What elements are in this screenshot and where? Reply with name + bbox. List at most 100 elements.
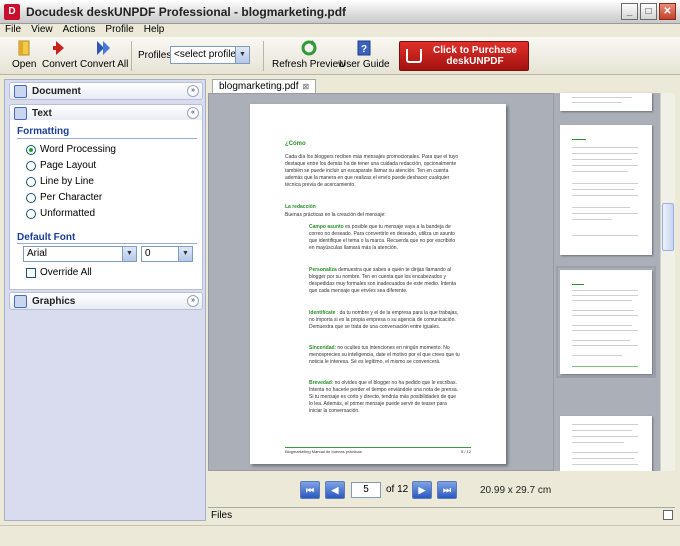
- convert-button[interactable]: Convert: [42, 39, 77, 70]
- open-label: Open: [12, 59, 37, 70]
- override-all-checkbox[interactable]: Override All: [26, 267, 92, 278]
- option-label: Line by Line: [40, 176, 94, 187]
- paragraph-label: Personaliza: [309, 267, 337, 273]
- option-page-layout[interactable]: Page Layout: [26, 160, 96, 171]
- scrollbar-thumb[interactable]: [662, 203, 674, 251]
- radio[interactable]: [26, 176, 36, 187]
- page-heading: ¿Cómo: [285, 141, 306, 147]
- font-name-select[interactable]: Arial ▼: [23, 246, 137, 262]
- option-label: Word Processing: [40, 144, 116, 155]
- option-label: Page Layout: [40, 160, 97, 171]
- radio-selected[interactable]: [26, 144, 36, 155]
- pdf-page: ¿Cómo Cada día los bloggers reciben más …: [250, 104, 506, 464]
- purchase-label-line2: deskUNPDF: [446, 56, 504, 67]
- collapse-icon[interactable]: «: [187, 107, 199, 119]
- purchase-button[interactable]: Click to Purchase deskUNPDF: [399, 41, 529, 71]
- minimize-panel-icon[interactable]: [663, 510, 673, 520]
- menu-profile[interactable]: Profile: [100, 24, 138, 36]
- files-panel-tab[interactable]: Files: [208, 507, 675, 522]
- document-group-label: Document: [32, 85, 81, 97]
- refresh-preview-button[interactable]: Refresh Preview: [272, 39, 345, 70]
- menu-help[interactable]: Help: [139, 24, 170, 36]
- page-navigation-bar: ⏮ ◀ 5 of 12 ▶ ⏭ 20.99 x 29.7 cm: [208, 471, 675, 507]
- page-footer-left: Blogmarketing Manual de buenas prácticas: [285, 449, 362, 454]
- close-tab-icon[interactable]: ⊠: [303, 80, 310, 93]
- user-guide-button[interactable]: ? User Guide: [339, 39, 390, 70]
- svg-text:?: ?: [361, 44, 367, 55]
- document-tab[interactable]: blogmarketing.pdf ⊠: [212, 79, 317, 93]
- page-paragraph-4: Sinceridad: no ocultes tus intenciones e…: [309, 345, 479, 366]
- page-footer: Blogmarketing Manual de buenas prácticas…: [285, 447, 471, 454]
- radio[interactable]: [26, 208, 36, 219]
- toolbar-separator: [263, 41, 264, 71]
- formatting-heading: Formatting: [17, 126, 70, 137]
- previous-page-button[interactable]: ◀: [325, 481, 345, 499]
- last-page-button[interactable]: ⏭: [437, 481, 457, 499]
- option-unformatted[interactable]: Unformatted: [26, 208, 95, 219]
- first-page-button[interactable]: ⏮: [300, 481, 320, 499]
- page-section-title: La redacción: [285, 204, 316, 210]
- checkbox[interactable]: [26, 267, 36, 278]
- chevron-down-icon[interactable]: ▼: [178, 247, 192, 261]
- page-intro: Cada día los bloggers reciben más mensaj…: [285, 154, 459, 188]
- thumbnail-scrollbar[interactable]: [660, 93, 675, 471]
- document-group-header[interactable]: Document »: [9, 82, 203, 100]
- chevron-down-icon[interactable]: ▼: [122, 247, 136, 261]
- profile-select[interactable]: <select profile> ▼: [170, 46, 250, 64]
- menu-bar: File View Actions Profile Help: [0, 24, 680, 36]
- folder-icon: [18, 40, 30, 56]
- radio[interactable]: [26, 160, 36, 171]
- help-book-icon: ?: [357, 40, 371, 56]
- menu-actions[interactable]: Actions: [58, 24, 101, 36]
- formatting-divider: [17, 138, 197, 139]
- paragraph-label: Campo asunto: [309, 224, 344, 230]
- option-word-processing[interactable]: Word Processing: [26, 144, 116, 155]
- double-arrow-icon: [97, 41, 111, 55]
- expand-icon[interactable]: »: [187, 295, 199, 307]
- cart-icon: [406, 49, 422, 63]
- menu-view[interactable]: View: [26, 24, 58, 36]
- page-viewer[interactable]: ¿Cómo Cada día los bloggers reciben más …: [208, 93, 554, 471]
- document-icon: [14, 84, 27, 98]
- option-line-by-line[interactable]: Line by Line: [26, 176, 94, 187]
- override-all-label: Override All: [40, 267, 92, 278]
- option-per-character[interactable]: Per Character: [26, 192, 102, 203]
- toolbar-separator: [131, 41, 132, 71]
- refresh-preview-label: Refresh Preview: [272, 59, 346, 70]
- font-size-select[interactable]: 0 ▼: [141, 246, 193, 262]
- page-paragraph-5: Brevedad: no olvides que el blogger no h…: [309, 380, 479, 415]
- page-thumbnail-current[interactable]: [560, 270, 652, 374]
- font-name-value: Arial: [27, 248, 48, 259]
- expand-icon[interactable]: »: [187, 85, 199, 97]
- next-page-button[interactable]: ▶: [412, 481, 432, 499]
- arrow-right-icon: [52, 41, 64, 55]
- open-button[interactable]: Open: [12, 39, 36, 70]
- page-thumbnail[interactable]: [560, 416, 652, 476]
- maximize-button[interactable]: □: [640, 3, 657, 20]
- paragraph-label: Identifícate: [309, 310, 336, 316]
- page-footer-right: 5 / 12: [460, 449, 471, 454]
- document-tab-strip: blogmarketing.pdf ⊠: [208, 79, 554, 93]
- app-logo-icon: D: [4, 3, 20, 20]
- profiles-label: Profiles: [138, 50, 172, 61]
- convert-label: Convert: [42, 59, 78, 70]
- page-thumbnail[interactable]: [560, 125, 652, 255]
- page-paragraph-2: Personaliza demuestra que sabes a quién …: [309, 267, 479, 295]
- page-section-sub: Buenas prácticas en la creación del mens…: [285, 212, 386, 218]
- menu-file[interactable]: File: [0, 24, 26, 36]
- chevron-down-icon[interactable]: ▼: [235, 47, 249, 63]
- page-thumbnail[interactable]: [560, 93, 652, 111]
- graphics-group-header[interactable]: Graphics »: [9, 292, 203, 310]
- document-tab-label: blogmarketing.pdf: [219, 81, 299, 92]
- paragraph-label: Brevedad: [309, 380, 332, 386]
- current-page-input[interactable]: 5: [351, 482, 381, 498]
- refresh-icon: [301, 40, 317, 56]
- close-button[interactable]: ✕: [659, 3, 676, 20]
- minimize-button[interactable]: _: [621, 3, 638, 20]
- convert-all-button[interactable]: Convert All: [80, 39, 128, 70]
- purchase-label-line1: Click to Purchase: [433, 45, 517, 56]
- user-guide-label: User Guide: [339, 59, 390, 70]
- radio[interactable]: [26, 192, 36, 203]
- default-font-heading: Default Font: [17, 232, 76, 243]
- option-label: Per Character: [40, 192, 103, 203]
